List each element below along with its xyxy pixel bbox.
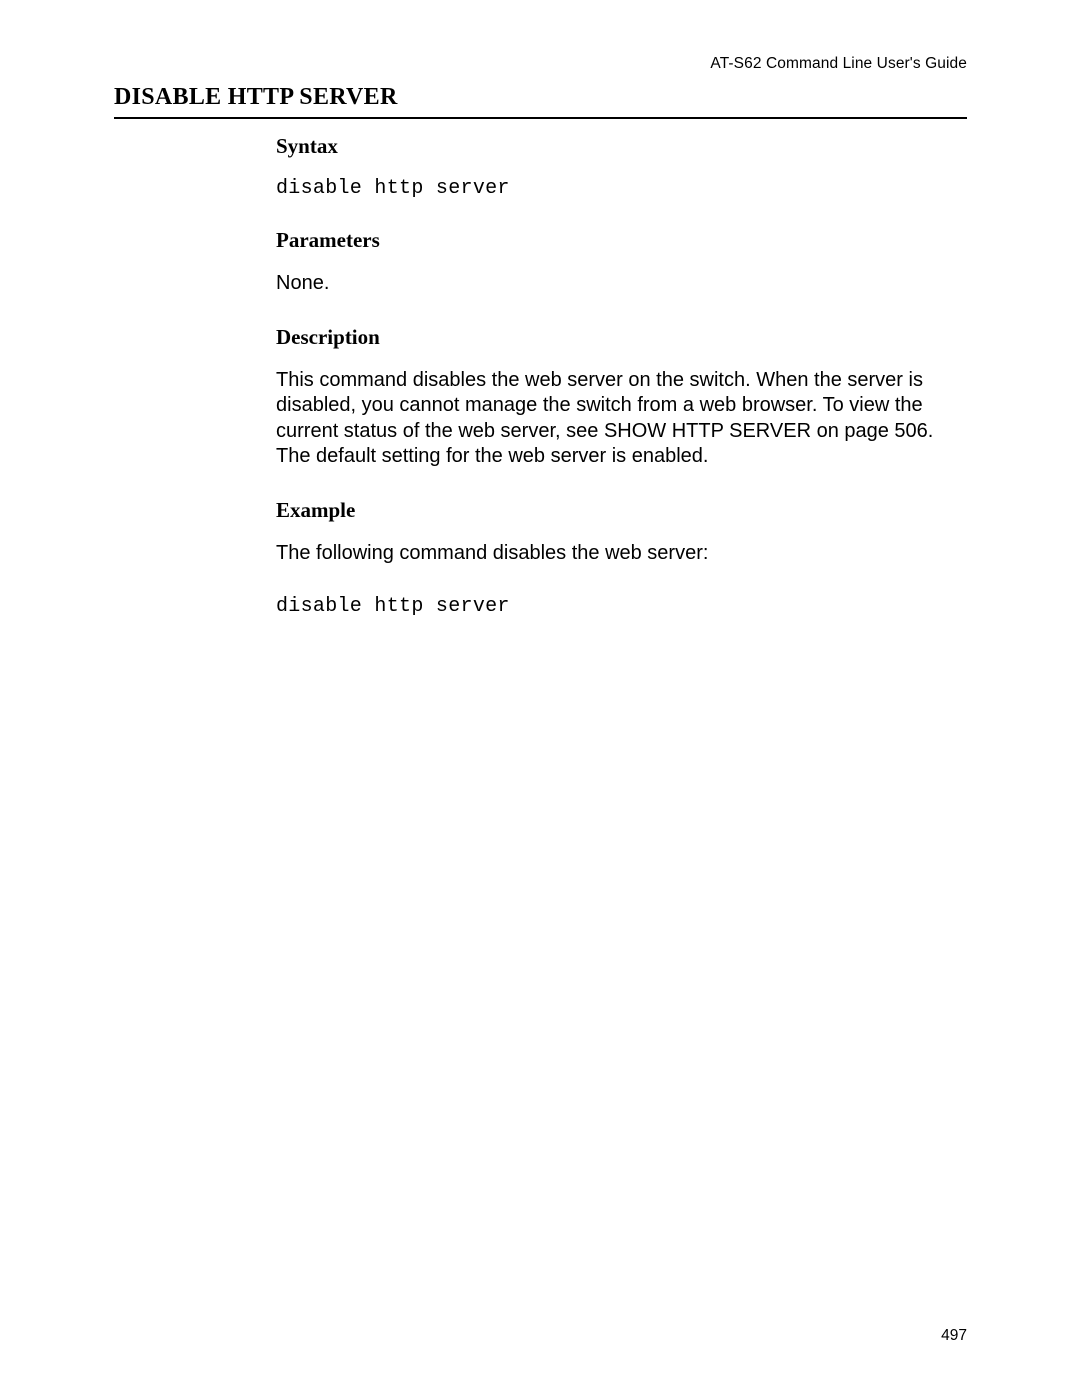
parameters-heading: Parameters	[276, 228, 967, 253]
document-page: AT-S62 Command Line User's Guide DISABLE…	[0, 0, 1080, 1397]
example-intro: The following command disables the web s…	[276, 541, 967, 567]
parameters-text: None.	[276, 271, 967, 297]
example-code: disable http server	[276, 595, 967, 618]
command-title: DISABLE HTTP SERVER	[114, 84, 967, 117]
syntax-code: disable http server	[276, 177, 967, 200]
command-title-block: DISABLE HTTP SERVER	[114, 84, 967, 119]
description-text: This command disables the web server on …	[276, 368, 967, 470]
page-number: 497	[941, 1327, 967, 1345]
description-heading: Description	[276, 325, 967, 350]
running-header: AT-S62 Command Line User's Guide	[710, 55, 967, 73]
example-heading: Example	[276, 498, 967, 523]
title-underline	[114, 117, 967, 119]
command-content: Syntax disable http server Parameters No…	[276, 134, 967, 646]
syntax-heading: Syntax	[276, 134, 967, 159]
